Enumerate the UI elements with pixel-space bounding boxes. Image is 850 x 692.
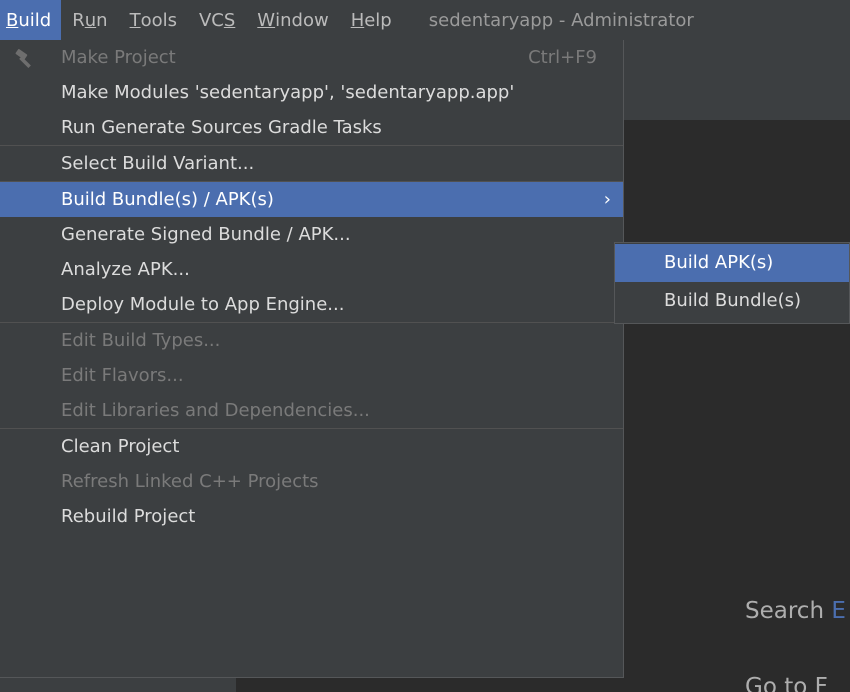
search-everywhere-hint: Search E: [745, 598, 846, 624]
make-project-shortcut: Ctrl+F9: [528, 47, 597, 68]
build-apks-item[interactable]: Build APK(s): [615, 244, 849, 282]
menu-run[interactable]: Run: [61, 0, 118, 40]
make-modules-item[interactable]: Make Modules 'sedentaryapp', 'sedentarya…: [0, 75, 623, 110]
generate-signed-item[interactable]: Generate Signed Bundle / APK...: [0, 217, 623, 252]
run-generate-sources-item[interactable]: Run Generate Sources Gradle Tasks: [0, 110, 623, 145]
build-bundle-apk-item[interactable]: Build Bundle(s) / APK(s) ›: [0, 182, 623, 217]
menu-window[interactable]: Window: [246, 0, 339, 40]
submenu-arrow-icon: ›: [603, 189, 611, 210]
window-title: sedentaryapp - Administrator: [428, 9, 694, 31]
edit-libraries-item: Edit Libraries and Dependencies...: [61, 400, 370, 421]
build-menu-dropdown: Make Project Ctrl+F9 Make Modules 'seden…: [0, 40, 624, 678]
edit-build-types-item: Edit Build Types...: [61, 330, 221, 351]
refresh-linked-item: Refresh Linked C++ Projects: [61, 471, 319, 492]
menu-help[interactable]: Help: [340, 0, 403, 40]
make-project-item: Make Project Ctrl+F9: [0, 40, 623, 75]
build-bundle-apk-submenu: Build APK(s) Build Bundle(s): [614, 242, 850, 324]
hammer-icon: [15, 49, 31, 68]
edit-flavors-item: Edit Flavors...: [61, 365, 184, 386]
menu-bar: Build Run Tools VC S Window Help sedentar…: [0, 0, 850, 40]
menu-vcs[interactable]: VC S: [188, 0, 246, 40]
rebuild-project-item[interactable]: Rebuild Project: [0, 499, 623, 534]
deploy-module-item[interactable]: Deploy Module to App Engine...: [0, 287, 623, 322]
select-build-variant-item[interactable]: Select Build Variant...: [0, 146, 623, 181]
clean-project-item[interactable]: Clean Project: [0, 429, 623, 464]
ide-window: Search E Go to F Build Run Tools VC S Win…: [0, 0, 850, 692]
analyze-apk-item[interactable]: Analyze APK...: [0, 252, 623, 287]
build-bundles-item[interactable]: Build Bundle(s): [615, 282, 849, 320]
menu-build[interactable]: Build: [0, 0, 62, 40]
menu-tools[interactable]: Tools: [119, 0, 188, 40]
goto-file-hint: Go to F: [745, 674, 828, 692]
